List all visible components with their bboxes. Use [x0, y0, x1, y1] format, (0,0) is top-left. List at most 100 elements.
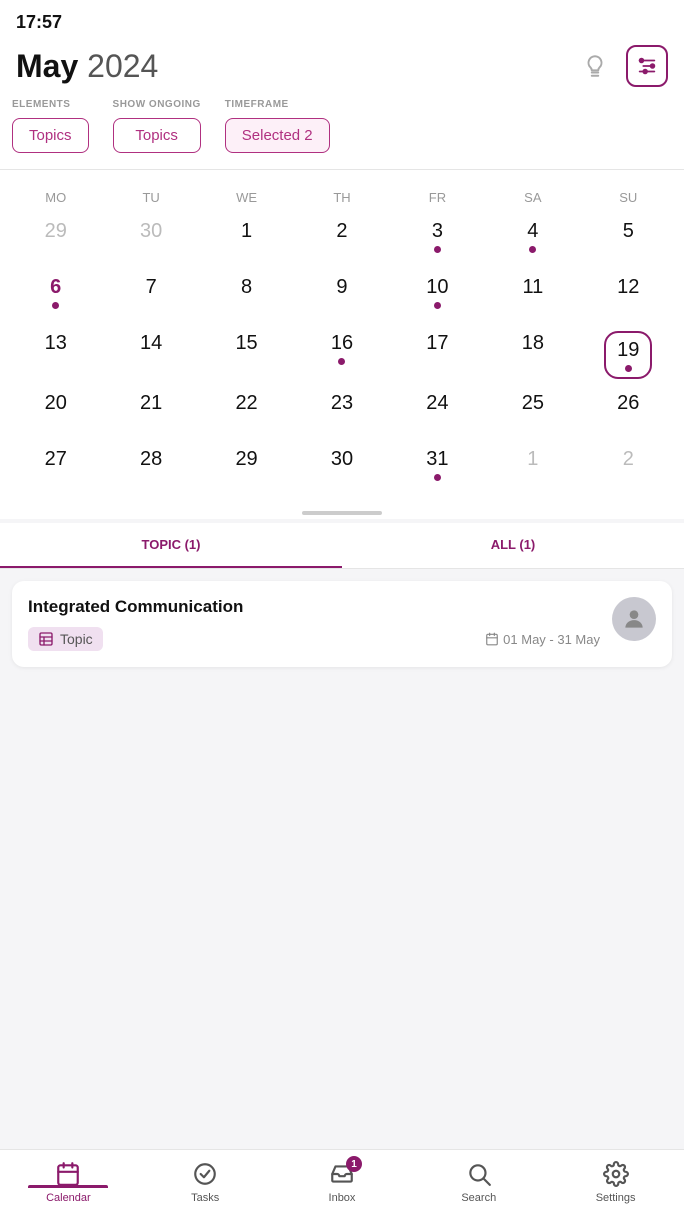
day-number: 1 [527, 447, 538, 471]
day-number: 18 [522, 331, 544, 355]
nav-tasks[interactable]: Tasks [170, 1160, 240, 1204]
day-number: 1 [241, 219, 252, 243]
tasks-nav-icon [191, 1160, 219, 1188]
nav-calendar-label: Calendar [46, 1192, 91, 1204]
calendar-day-cell[interactable]: 5 [581, 213, 676, 269]
day-wrapper: 3 [432, 219, 443, 253]
nav-search-label: Search [461, 1192, 496, 1204]
day-wrapper: 5 [623, 219, 634, 243]
lightbulb-icon-btn[interactable] [576, 47, 614, 85]
calendar-day-cell[interactable]: 29 [8, 213, 103, 269]
day-number: 24 [426, 391, 448, 415]
calendar-day-cell[interactable]: 30 [294, 441, 389, 497]
day-wrapper: 24 [426, 391, 448, 415]
day-wrapper: 17 [426, 331, 448, 355]
calendar-day-cell[interactable]: 18 [485, 325, 580, 385]
day-wrapper: 18 [522, 331, 544, 355]
filter-button[interactable] [626, 45, 668, 87]
day-number: 29 [235, 447, 257, 471]
calendar-day-cell[interactable]: 25 [485, 385, 580, 441]
tab-topic[interactable]: TOPIC (1) [0, 523, 342, 568]
day-wrapper: 8 [241, 275, 252, 299]
weekday-label: SA [485, 186, 580, 209]
tab-buttons: TOPIC (1) ALL (1) [0, 523, 684, 569]
timeframe-chip[interactable]: Selected 2 [225, 118, 330, 153]
day-wrapper: 29 [235, 447, 257, 471]
active-bar [28, 1185, 108, 1188]
calendar-day-cell[interactable]: 8 [199, 269, 294, 325]
day-number: 23 [331, 391, 353, 415]
search-nav-icon [465, 1160, 493, 1188]
lightbulb-icon [582, 53, 608, 79]
day-number: 16 [331, 331, 353, 355]
nav-tasks-label: Tasks [191, 1192, 219, 1204]
filter-show-ongoing: SHOW ONGOING Topics [113, 99, 201, 153]
event-type-label: Topic [60, 631, 93, 647]
calendar-day-cell[interactable]: 1 [485, 441, 580, 497]
event-card[interactable]: Integrated Communication Topic [12, 581, 672, 667]
day-wrapper: 19 [604, 331, 652, 379]
elements-chip[interactable]: Topics [12, 118, 89, 153]
day-wrapper: 2 [623, 447, 634, 471]
calendar-day-cell[interactable]: 26 [581, 385, 676, 441]
calendar-grid: 2930123456789101112131415161718192021222… [8, 213, 676, 497]
nav-inbox[interactable]: 1 Inbox [307, 1160, 377, 1204]
tab-all[interactable]: ALL (1) [342, 523, 684, 568]
nav-search[interactable]: Search [444, 1160, 514, 1204]
day-number: 19 [617, 338, 639, 362]
day-wrapper: 21 [140, 391, 162, 415]
day-wrapper: 1 [241, 219, 252, 243]
calendar-day-cell[interactable]: 30 [103, 213, 198, 269]
day-wrapper: 9 [336, 275, 347, 299]
calendar-day-cell[interactable]: 12 [581, 269, 676, 325]
calendar-day-cell[interactable]: 11 [485, 269, 580, 325]
calendar-day-cell[interactable]: 2 [294, 213, 389, 269]
event-dot [338, 358, 345, 365]
nav-calendar[interactable]: Calendar [33, 1160, 103, 1204]
calendar-day-cell[interactable]: 14 [103, 325, 198, 385]
calendar-day-cell[interactable]: 24 [390, 385, 485, 441]
search-icon [466, 1161, 492, 1187]
nav-settings[interactable]: Settings [581, 1160, 651, 1204]
day-number: 2 [336, 219, 347, 243]
calendar-day-cell[interactable]: 15 [199, 325, 294, 385]
day-number: 8 [241, 275, 252, 299]
inbox-nav-icon: 1 [328, 1160, 356, 1188]
calendar-day-cell[interactable]: 27 [8, 441, 103, 497]
day-wrapper: 27 [45, 447, 67, 471]
calendar-day-cell[interactable]: 4 [485, 213, 580, 269]
day-number: 29 [45, 219, 67, 243]
day-wrapper: 31 [426, 447, 448, 481]
calendar-day-cell[interactable]: 13 [8, 325, 103, 385]
calendar-day-cell[interactable]: 19 [581, 325, 676, 385]
show-ongoing-chip[interactable]: Topics [113, 118, 201, 153]
calendar-day-cell[interactable]: 9 [294, 269, 389, 325]
day-wrapper: 22 [235, 391, 257, 415]
elements-label: ELEMENTS [12, 99, 89, 110]
calendar-day-cell[interactable]: 22 [199, 385, 294, 441]
calendar-day-cell[interactable]: 21 [103, 385, 198, 441]
calendar-day-cell[interactable]: 23 [294, 385, 389, 441]
calendar-day-cell[interactable]: 31 [390, 441, 485, 497]
calendar-day-cell[interactable]: 2 [581, 441, 676, 497]
weekday-label: SU [581, 186, 676, 209]
calendar-day-cell[interactable]: 1 [199, 213, 294, 269]
nav-inbox-label: Inbox [329, 1192, 356, 1204]
event-dot [434, 302, 441, 309]
calendar-day-cell[interactable]: 28 [103, 441, 198, 497]
day-number: 26 [617, 391, 639, 415]
calendar-day-cell[interactable]: 20 [8, 385, 103, 441]
day-wrapper: 20 [45, 391, 67, 415]
calendar-day-cell[interactable]: 6 [8, 269, 103, 325]
calendar-day-cell[interactable]: 29 [199, 441, 294, 497]
calendar-day-cell[interactable]: 3 [390, 213, 485, 269]
calendar-day-cell[interactable]: 7 [103, 269, 198, 325]
day-number: 31 [426, 447, 448, 471]
calendar-nav-icon [54, 1160, 82, 1188]
day-wrapper: 7 [146, 275, 157, 299]
calendar-day-cell[interactable]: 10 [390, 269, 485, 325]
calendar-day-cell[interactable]: 17 [390, 325, 485, 385]
day-number: 17 [426, 331, 448, 355]
calendar-day-cell[interactable]: 16 [294, 325, 389, 385]
event-type-badge: Topic [28, 627, 103, 651]
